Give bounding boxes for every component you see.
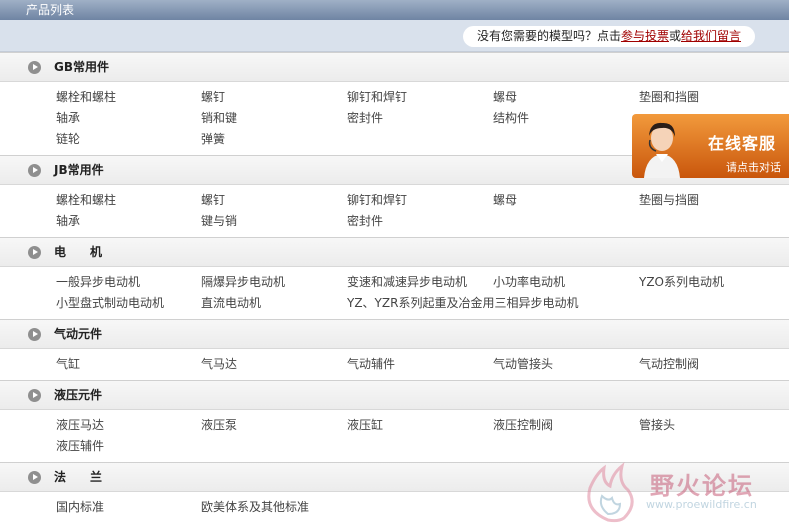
product-category-link[interactable]: 键与销 — [201, 211, 237, 232]
item-row: 螺栓和螺柱 螺钉 铆钉和焊钉 螺母 垫圈和挡圈 — [0, 87, 789, 108]
product-category-link[interactable]: 螺母 — [493, 87, 517, 108]
product-category-link[interactable]: 气缸 — [56, 354, 80, 375]
product-category-link[interactable]: 密封件 — [347, 108, 383, 129]
cs-subtitle: 请点击对话 — [726, 161, 781, 174]
section-header: GB常用件 — [0, 52, 789, 82]
product-category-link[interactable]: 国内标准 — [56, 497, 104, 518]
section-body: 螺栓和螺柱 螺钉 铆钉和焊钉 螺母 垫圈与挡圈轴承 键与销 密封件 — [0, 185, 789, 237]
product-category-link[interactable]: 螺栓和螺柱 — [56, 87, 116, 108]
product-category-link[interactable]: 螺钉 — [201, 87, 225, 108]
section-header: 电 机 — [0, 237, 789, 267]
product-category-link[interactable]: 垫圈和挡圈 — [639, 87, 699, 108]
product-category-link[interactable]: 弹簧 — [201, 129, 225, 150]
section-body: 气缸 气马达 气动辅件 气动管接头 气动控制阀 — [0, 349, 789, 380]
product-category-link[interactable]: 密封件 — [347, 211, 383, 232]
section-title: 气动元件 — [54, 327, 103, 341]
product-category-link[interactable]: YZO系列电动机 — [639, 272, 724, 293]
product-category-link[interactable]: 液压泵 — [201, 415, 237, 436]
section-title: GB常用件 — [54, 60, 109, 74]
notice-pill: 没有您需要的模型吗？点击参与投票或给我们留言 — [462, 26, 755, 47]
product-category-link[interactable]: 链轮 — [56, 129, 80, 150]
product-category-link[interactable]: 轴承 — [56, 108, 80, 129]
product-category-link[interactable]: 垫圈与挡圈 — [639, 190, 699, 211]
product-category-link[interactable]: 一般异步电动机 — [56, 272, 140, 293]
product-category-link[interactable]: 铆钉和焊钉 — [347, 87, 407, 108]
forum-watermark: 野火论坛 www.proewildfire.cn — [578, 460, 789, 526]
product-category-link[interactable]: 气动辅件 — [347, 354, 395, 375]
product-category-link[interactable]: 轴承 — [56, 211, 80, 232]
flame-logo-icon — [587, 462, 634, 523]
item-row: 小型盘式制动电动机 直流电动机 YZ、YZR系列起重及冶金用三相异步电动机 — [0, 293, 789, 314]
product-category-link[interactable]: 隔爆异步电动机 — [201, 272, 285, 293]
product-category-link[interactable]: 结构件 — [493, 108, 529, 129]
play-arrow-icon — [28, 471, 41, 484]
product-category-link[interactable]: 螺钉 — [201, 190, 225, 211]
leave-message-link[interactable]: 给我们留言 — [681, 29, 741, 43]
item-row: 液压马达 液压泵 液压缸 液压控制阀 管接头 — [0, 415, 789, 436]
play-arrow-icon — [28, 389, 41, 402]
page-title: 产品列表 — [0, 0, 789, 20]
section-title: 液压元件 — [54, 388, 103, 402]
play-arrow-icon — [28, 328, 41, 341]
item-row: 一般异步电动机 隔爆异步电动机 变速和减速异步电动机 小功率电动机 YZO系列电动机 — [0, 272, 789, 293]
item-row: 液压辅件 — [0, 436, 789, 457]
section-title: JB常用件 — [54, 163, 104, 177]
section-title: 电 机 — [54, 245, 103, 259]
item-row: 轴承 键与销 密封件 — [0, 211, 789, 232]
product-category-link[interactable]: 气动管接头 — [493, 354, 553, 375]
customer-service-agent-icon — [644, 122, 680, 178]
online-customer-service-widget[interactable]: 在线客服 请点击对话 — [632, 114, 789, 178]
product-category-link[interactable]: YZ、YZR系列起重及冶金用三相异步电动机 — [347, 293, 578, 314]
product-category-link[interactable]: 液压辅件 — [56, 436, 104, 457]
product-category-link[interactable]: 管接头 — [639, 415, 675, 436]
watermark-url: www.proewildfire.cn — [646, 498, 757, 511]
product-category-link[interactable]: 螺栓和螺柱 — [56, 190, 116, 211]
vote-link[interactable]: 参与投票 — [621, 29, 669, 43]
watermark-text: 野火论坛 — [650, 472, 754, 500]
product-category-link[interactable]: 小功率电动机 — [493, 272, 565, 293]
product-category-link[interactable]: 小型盘式制动电动机 — [56, 293, 164, 314]
section-header: 气动元件 — [0, 319, 789, 349]
section-body: 一般异步电动机 隔爆异步电动机 变速和减速异步电动机 小功率电动机 YZO系列电动机 小型… — [0, 267, 789, 319]
product-category-link[interactable]: 气马达 — [201, 354, 237, 375]
play-arrow-icon — [28, 246, 41, 259]
product-category-link[interactable]: 欧美体系及其他标准 — [201, 497, 309, 518]
product-category-link[interactable]: 液压缸 — [347, 415, 383, 436]
product-category-link[interactable]: 液压马达 — [56, 415, 104, 436]
product-category-link[interactable]: 直流电动机 — [201, 293, 261, 314]
section-title: 法 兰 — [54, 470, 103, 484]
item-row: 气缸 气马达 气动辅件 气动管接头 气动控制阀 — [0, 354, 789, 375]
play-arrow-icon — [28, 164, 41, 177]
notice-prefix: 没有您需要的模型吗？点击 — [476, 29, 621, 43]
notice-bar: 没有您需要的模型吗？点击参与投票或给我们留言 — [0, 20, 789, 52]
page-title-label: 产品列表 — [26, 3, 75, 17]
product-category-link[interactable]: 铆钉和焊钉 — [347, 190, 407, 211]
product-category-link[interactable]: 螺母 — [493, 190, 517, 211]
section-header: 液压元件 — [0, 380, 789, 410]
cs-title: 在线客服 — [708, 134, 777, 153]
section-body: 液压马达 液压泵 液压缸 液压控制阀 管接头液压辅件 — [0, 410, 789, 462]
product-category-link[interactable]: 变速和减速异步电动机 — [347, 272, 467, 293]
notice-middle: 或 — [668, 29, 681, 43]
product-category-link[interactable]: 液压控制阀 — [493, 415, 553, 436]
play-arrow-icon — [28, 61, 41, 74]
item-row: 螺栓和螺柱 螺钉 铆钉和焊钉 螺母 垫圈与挡圈 — [0, 190, 789, 211]
product-category-link[interactable]: 气动控制阀 — [639, 354, 699, 375]
product-category-link[interactable]: 销和键 — [201, 108, 237, 129]
